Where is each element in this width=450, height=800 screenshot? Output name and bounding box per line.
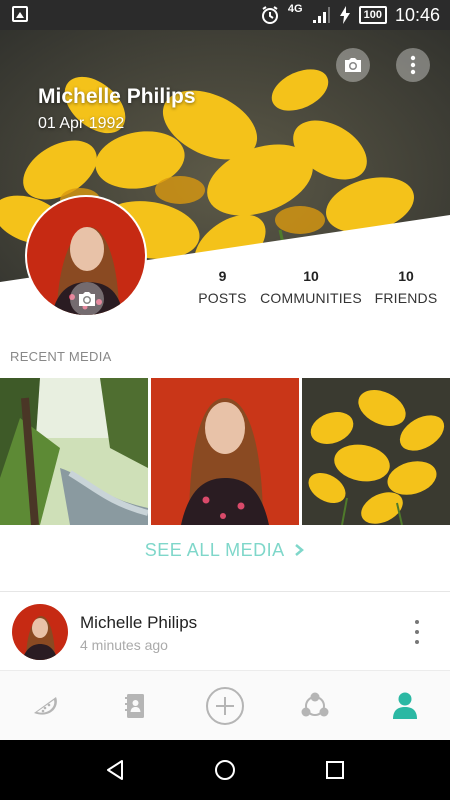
watermelon-icon [34,696,57,715]
tab-contacts[interactable] [90,671,180,740]
profile-name: Michelle Philips [38,85,196,108]
profile-icon [393,692,417,719]
back-button[interactable] [95,750,135,790]
media-grid [0,378,450,525]
stat-communities[interactable]: 10 COMMUNITIES [260,268,362,306]
bottom-tab-bar [0,670,450,740]
communities-count: 10 [303,268,319,284]
posts-count: 9 [218,268,227,284]
home-circle-icon [215,760,235,780]
tab-profile[interactable] [360,671,450,740]
battery-level: 100 [358,6,387,24]
contacts-book-icon [125,693,144,718]
post-more-button[interactable] [412,620,422,644]
stat-friends[interactable]: 10 FRIENDS [370,268,442,306]
system-nav-bar [0,740,450,800]
camera-icon [79,292,95,306]
home-button[interactable] [205,750,245,790]
recents-square-icon [326,761,344,779]
chevron-right-icon [295,544,305,556]
media-thumb[interactable] [151,378,299,525]
clock: 10:46 [394,4,440,25]
post-author-name[interactable]: Michelle Philips [80,613,197,633]
tab-feed[interactable] [0,671,90,740]
recent-media-title: RECENT MEDIA [10,349,112,364]
tab-communities[interactable] [270,671,360,740]
camera-icon [345,58,361,72]
more-options-button[interactable] [396,48,430,82]
media-thumb[interactable] [302,378,450,525]
posts-label: POSTS [198,290,247,306]
stat-posts[interactable]: 9 POSTS [195,268,250,306]
image-notification-icon [12,6,28,22]
profile-date: 01 Apr 1992 [38,115,125,132]
post-author-avatar[interactable] [12,604,68,660]
alarm-icon [260,5,280,25]
profile-stats: 9 POSTS 10 COMMUNITIES 10 FRIENDS [195,268,445,308]
back-triangle-icon [107,760,123,780]
status-bar: 4G 100 10:46 [0,0,450,30]
add-circle-icon [206,686,244,725]
see-all-media-label: SEE ALL MEDIA [144,540,284,560]
friends-label: FRIENDS [374,290,438,306]
media-thumb[interactable] [0,378,148,525]
network-type: 4G [287,3,303,15]
friends-count: 10 [398,268,414,284]
tab-add[interactable] [180,671,270,740]
divider [0,591,450,592]
see-all-media-link[interactable]: SEE ALL MEDIA [0,540,450,561]
change-cover-button[interactable] [336,48,370,82]
recents-button[interactable] [315,750,355,790]
post-timestamp: 4 minutes ago [80,637,168,653]
charging-icon [339,5,351,25]
signal-icon [311,5,331,25]
status-right: 4G 100 10:46 [260,0,440,30]
communities-label: COMMUNITIES [260,290,362,306]
communities-icon [301,692,329,716]
more-vertical-icon [410,55,416,75]
change-avatar-button[interactable] [70,282,104,316]
